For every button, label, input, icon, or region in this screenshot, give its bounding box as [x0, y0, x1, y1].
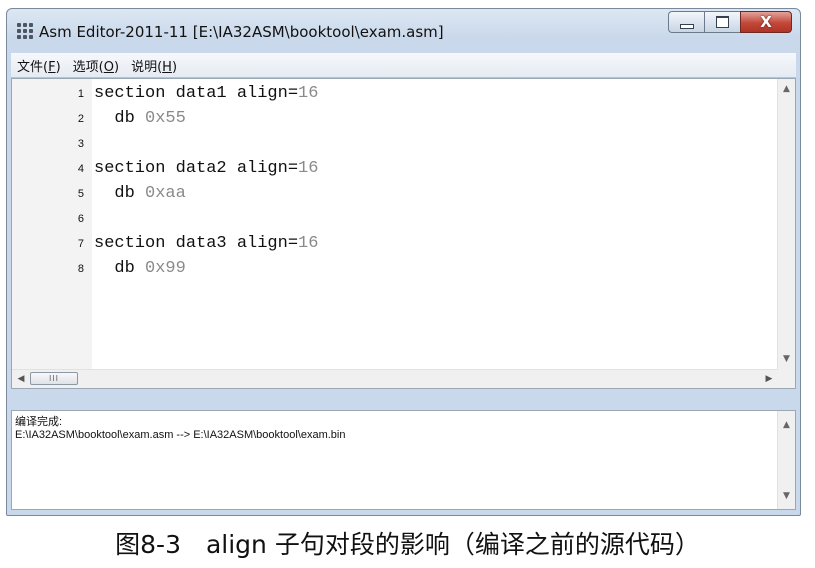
line-number: 4 — [77, 163, 84, 175]
code-text[interactable]: section data1 align=16 — [94, 83, 318, 105]
code-line[interactable]: 5 db 0xaa — [12, 183, 777, 208]
menu-help-label: 说明 — [131, 59, 158, 75]
code-line[interactable]: 2 db 0x55 — [12, 108, 777, 133]
line-number: 1 — [77, 88, 84, 100]
line-number: 5 — [77, 188, 84, 200]
code-literal: 16 — [298, 84, 319, 103]
code-line[interactable]: 4 section data2 align=16 — [12, 158, 777, 183]
minimize-button[interactable] — [668, 11, 704, 33]
output-status: 编译完成: — [15, 416, 63, 428]
scroll-up-icon[interactable]: ▲ — [778, 417, 795, 434]
menu-file[interactable]: 文件(F) — [11, 56, 67, 75]
line-number: 8 — [77, 263, 84, 275]
scroll-up-icon[interactable]: ▲ — [778, 81, 795, 98]
menu-options-label: 选项 — [72, 59, 99, 75]
scroll-down-icon[interactable]: ▼ — [778, 488, 795, 505]
code-keyword-text: db — [94, 109, 146, 128]
code-text[interactable]: section data2 align=16 — [94, 158, 318, 180]
code-keyword-text: section data2 align= — [94, 159, 299, 178]
app-window: Asm Editor-2011-11 [E:\IA32ASM\booktool\… — [6, 8, 801, 516]
code-text[interactable]: section data3 align=16 — [94, 233, 318, 255]
code-text[interactable]: db 0xaa — [94, 183, 186, 205]
menu-file-label: 文件 — [17, 59, 44, 75]
code-keyword-text: db — [94, 259, 146, 278]
output-vertical-scrollbar[interactable]: ▲ ▼ — [777, 411, 795, 509]
code-literal: 16 — [298, 234, 319, 253]
menu-options[interactable]: 选项(O) — [67, 56, 125, 75]
code-editor[interactable]: 1 section data1 align=16 2 db 0x55 3 4 sec… — [11, 78, 796, 389]
line-number: 2 — [77, 113, 84, 125]
code-keyword-text: db — [94, 184, 146, 203]
line-number: 3 — [77, 138, 84, 150]
scroll-down-icon[interactable]: ▼ — [778, 351, 795, 368]
code-area[interactable]: 1 section data1 align=16 2 db 0x55 3 4 sec… — [12, 83, 777, 283]
window-title: Asm Editor-2011-11 [E:\IA32ASM\booktool\… — [39, 23, 444, 41]
line-number: 7 — [77, 238, 84, 250]
code-line[interactable]: 6 — [12, 208, 777, 233]
editor-horizontal-scrollbar[interactable]: ◀ III ▶ — [12, 369, 778, 388]
code-literal: 0x55 — [145, 109, 186, 128]
code-line[interactable]: 1 section data1 align=16 — [12, 83, 777, 108]
code-literal: 0x99 — [145, 259, 186, 278]
title-bar[interactable]: Asm Editor-2011-11 [E:\IA32ASM\booktool\… — [7, 9, 800, 53]
maximize-button[interactable] — [704, 11, 740, 33]
scroll-thumb[interactable]: III — [30, 372, 78, 385]
code-keyword-text: section data3 align= — [94, 234, 299, 253]
output-path: E:\IA32ASM\booktool\exam.asm --> E:\IA32… — [15, 429, 346, 441]
menu-help-accel: H — [162, 59, 172, 75]
output-text: 编译完成: E:\IA32ASM\booktool\exam.asm --> E… — [15, 416, 345, 442]
menu-file-accel: F — [48, 59, 56, 75]
close-button[interactable]: X — [740, 11, 792, 33]
code-line[interactable]: 3 — [12, 133, 777, 158]
scroll-left-icon[interactable]: ◀ — [13, 370, 29, 388]
line-number: 6 — [77, 213, 84, 225]
maximize-icon — [716, 16, 729, 28]
minimize-icon — [679, 23, 694, 29]
editor-vertical-scrollbar[interactable]: ▲ ▼ — [777, 79, 795, 370]
code-literal: 0xaa — [145, 184, 186, 203]
code-keyword-text: section data1 align= — [94, 84, 299, 103]
code-literal: 16 — [298, 159, 319, 178]
menu-options-accel: O — [103, 59, 114, 75]
menu-bar: 文件(F) 选项(O) 说明(H) — [11, 53, 796, 78]
app-icon[interactable] — [17, 23, 33, 39]
figure-caption: 图8-3 align 子句对段的影响（编译之前的源代码） — [115, 530, 700, 559]
code-text[interactable]: db 0x99 — [94, 258, 186, 280]
scrollbar-corner — [778, 370, 795, 388]
close-icon: X — [760, 13, 772, 31]
code-line[interactable]: 7 section data3 align=16 — [12, 233, 777, 258]
code-line[interactable]: 8 db 0x99 — [12, 258, 777, 283]
code-text[interactable]: db 0x55 — [94, 108, 186, 130]
menu-help[interactable]: 说明(H) — [125, 56, 183, 75]
scroll-right-icon[interactable]: ▶ — [761, 370, 777, 388]
window-controls: X — [668, 11, 792, 33]
output-panel[interactable]: 编译完成: E:\IA32ASM\booktool\exam.asm --> E… — [11, 410, 796, 510]
